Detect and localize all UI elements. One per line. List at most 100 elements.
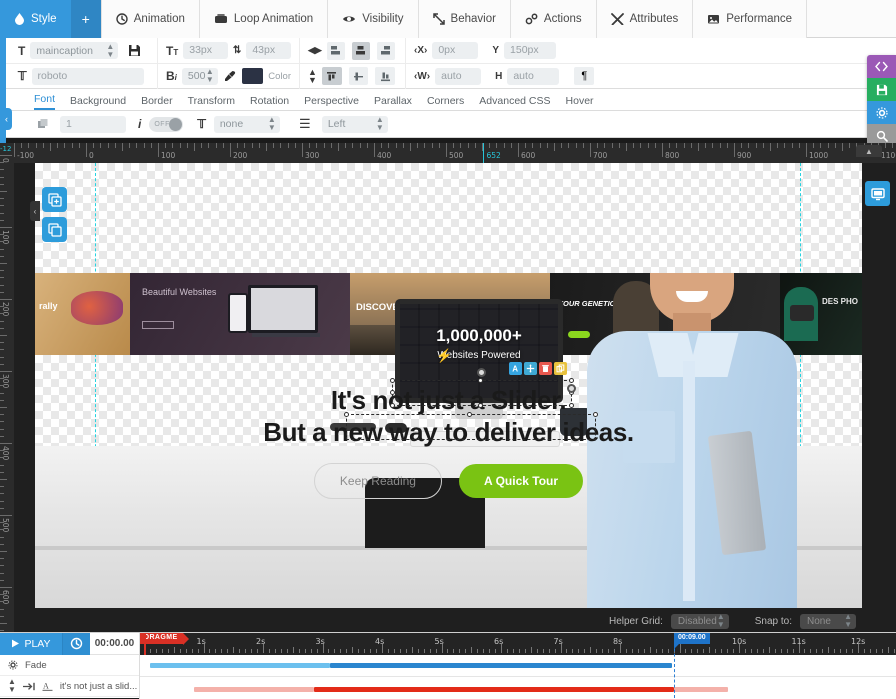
layer-index-input[interactable]: 1 bbox=[60, 116, 126, 133]
text-decoration-select[interactable]: none ▲▼ bbox=[214, 116, 280, 133]
slider-canvas[interactable]: rally Beautiful Websites DISCOVER THE WI… bbox=[35, 163, 862, 608]
class-select[interactable]: maincaption ▲▼ bbox=[30, 42, 118, 59]
align-horizontal-icon: ◀▶ bbox=[308, 45, 322, 56]
selection-box-secondary[interactable] bbox=[347, 415, 595, 439]
rotation-handle-corner[interactable] bbox=[567, 384, 576, 393]
layer-panel-collapse[interactable]: ‹ bbox=[30, 201, 40, 221]
tab-actions[interactable]: Actions bbox=[511, 0, 597, 38]
font-size-input[interactable]: 33px bbox=[183, 42, 228, 59]
play-button[interactable]: PLAY bbox=[0, 633, 62, 655]
timeline-tick bbox=[769, 647, 770, 653]
text-align-select[interactable]: Left ▲▼ bbox=[322, 116, 388, 133]
tab-loop-animation[interactable]: Loop Animation bbox=[200, 0, 328, 38]
snap-to-select[interactable]: None ▲▼ bbox=[800, 614, 856, 629]
duplicate-layer-button[interactable] bbox=[42, 217, 67, 242]
bolt-icon: ⚡ bbox=[436, 348, 452, 364]
settings-button[interactable] bbox=[867, 101, 896, 124]
height-input[interactable]: auto bbox=[507, 68, 559, 85]
subtab-parallax[interactable]: Parallax bbox=[374, 95, 412, 110]
font-family-input[interactable]: roboto bbox=[32, 68, 144, 85]
align-center-button[interactable] bbox=[352, 42, 370, 60]
pos-x-input[interactable]: 0px bbox=[432, 42, 478, 59]
move-layer-button[interactable] bbox=[524, 362, 537, 375]
timeline-tracks[interactable]: 1s2s3s4s5s6s7s8s10s11s12s DRAGME 00:09.0… bbox=[140, 633, 896, 698]
expand-icon bbox=[433, 13, 445, 25]
helper-grid-select[interactable]: Disabled ▲▼ bbox=[671, 614, 729, 629]
fade-bar-in[interactable] bbox=[150, 663, 330, 668]
align-left-button[interactable] bbox=[327, 42, 345, 60]
caption-bar-out[interactable] bbox=[674, 687, 728, 692]
italic-icon[interactable]: i bbox=[138, 117, 141, 131]
play-icon bbox=[11, 639, 20, 648]
save-class-button[interactable] bbox=[123, 42, 145, 60]
valign-bottom-button[interactable] bbox=[375, 67, 395, 85]
subtab-corners[interactable]: Corners bbox=[427, 95, 464, 110]
caption-bar-main[interactable] bbox=[314, 687, 674, 692]
tab-performance[interactable]: Performance bbox=[693, 0, 807, 38]
timeline-playhead[interactable]: 00:09.00 bbox=[674, 633, 675, 698]
dragme-marker[interactable]: DRAGME bbox=[140, 633, 183, 644]
italic-toggle[interactable]: OFF bbox=[149, 117, 183, 132]
align-right-button[interactable] bbox=[377, 42, 395, 60]
eyedropper-icon[interactable] bbox=[223, 68, 238, 85]
layers-icon[interactable] bbox=[34, 116, 52, 133]
timeline-row-fade[interactable]: Fade bbox=[0, 655, 139, 676]
timeline-tick bbox=[364, 649, 365, 653]
horizontal-ruler[interactable]: -100010020030040050060070080090010001100… bbox=[14, 143, 896, 163]
valign-top-button[interactable] bbox=[322, 67, 342, 85]
subtab-transform[interactable]: Transform bbox=[188, 95, 235, 110]
panel-collapse-handle[interactable]: ‹ bbox=[1, 108, 12, 130]
text-color-swatch[interactable] bbox=[242, 68, 263, 84]
resize-handle-n[interactable] bbox=[478, 378, 483, 383]
tab-add-new[interactable]: + bbox=[71, 0, 102, 38]
font-weight-select[interactable]: 500 ▲▼ bbox=[182, 68, 218, 85]
fade-bar-main[interactable] bbox=[330, 663, 672, 668]
edit-text-button[interactable]: A bbox=[509, 362, 522, 375]
clone-layer-button[interactable] bbox=[554, 362, 567, 375]
resize-handle-n[interactable] bbox=[467, 412, 472, 417]
timeline-row-caption[interactable]: ▲▼ A it's not just a slid... bbox=[0, 676, 139, 697]
keep-reading-button[interactable]: Keep Reading bbox=[314, 463, 442, 499]
resize-handle-ne[interactable] bbox=[569, 378, 574, 383]
timeline-scale[interactable]: 1s2s3s4s5s6s7s8s10s11s12s bbox=[140, 633, 896, 655]
ruler-minor-tick bbox=[0, 342, 4, 343]
add-layer-button[interactable] bbox=[42, 187, 67, 212]
resize-handle-ne[interactable] bbox=[593, 412, 598, 417]
tab-visibility[interactable]: Visibility bbox=[328, 0, 418, 38]
tab-attributes[interactable]: Attributes bbox=[597, 0, 694, 38]
resize-handle-s[interactable] bbox=[478, 403, 483, 408]
pos-y-input[interactable]: 150px bbox=[504, 42, 556, 59]
subtab-background[interactable]: Background bbox=[70, 95, 126, 110]
valign-middle-button[interactable] bbox=[349, 67, 369, 85]
resize-handle-w[interactable] bbox=[390, 390, 395, 395]
delete-layer-button[interactable] bbox=[539, 362, 552, 375]
resize-handle-nw[interactable] bbox=[390, 378, 395, 383]
tab-behavior[interactable]: Behavior bbox=[419, 0, 511, 38]
save-slider-button[interactable] bbox=[867, 78, 896, 101]
quick-tour-button[interactable]: A Quick Tour bbox=[459, 464, 583, 498]
vertical-ruler[interactable]: 0100200300400500600700-12 bbox=[0, 143, 14, 632]
reorder-icon[interactable]: ▲▼ bbox=[8, 678, 16, 694]
canvas-collapse-top[interactable]: ▲ bbox=[856, 145, 882, 157]
tab-animation[interactable]: Animation bbox=[102, 0, 200, 38]
subtab-font[interactable]: Font bbox=[34, 93, 55, 110]
subtab-hover[interactable]: Hover bbox=[566, 95, 594, 110]
history-button[interactable] bbox=[62, 633, 90, 655]
resize-handle-nw[interactable] bbox=[344, 412, 349, 417]
code-view-button[interactable] bbox=[867, 55, 896, 78]
line-height-input[interactable]: 43px bbox=[246, 42, 291, 59]
subtab-border[interactable]: Border bbox=[141, 95, 173, 110]
resize-handle-sw[interactable] bbox=[390, 403, 395, 408]
rotation-handle[interactable] bbox=[477, 368, 486, 377]
tab-style[interactable]: Style bbox=[0, 0, 71, 38]
resize-handle-se[interactable] bbox=[569, 403, 574, 408]
caption-bar-in[interactable] bbox=[194, 687, 314, 692]
subtab-rotation[interactable]: Rotation bbox=[250, 95, 289, 110]
selection-box[interactable] bbox=[393, 381, 571, 405]
paragraph-button[interactable]: ¶ bbox=[574, 67, 594, 85]
subtab-advanced-css[interactable]: Advanced CSS bbox=[479, 95, 550, 110]
preview-monitor-button[interactable] bbox=[865, 181, 890, 206]
subtab-perspective[interactable]: Perspective bbox=[304, 95, 359, 110]
ruler-label: 0 bbox=[89, 151, 94, 160]
width-input[interactable]: auto bbox=[435, 68, 481, 85]
